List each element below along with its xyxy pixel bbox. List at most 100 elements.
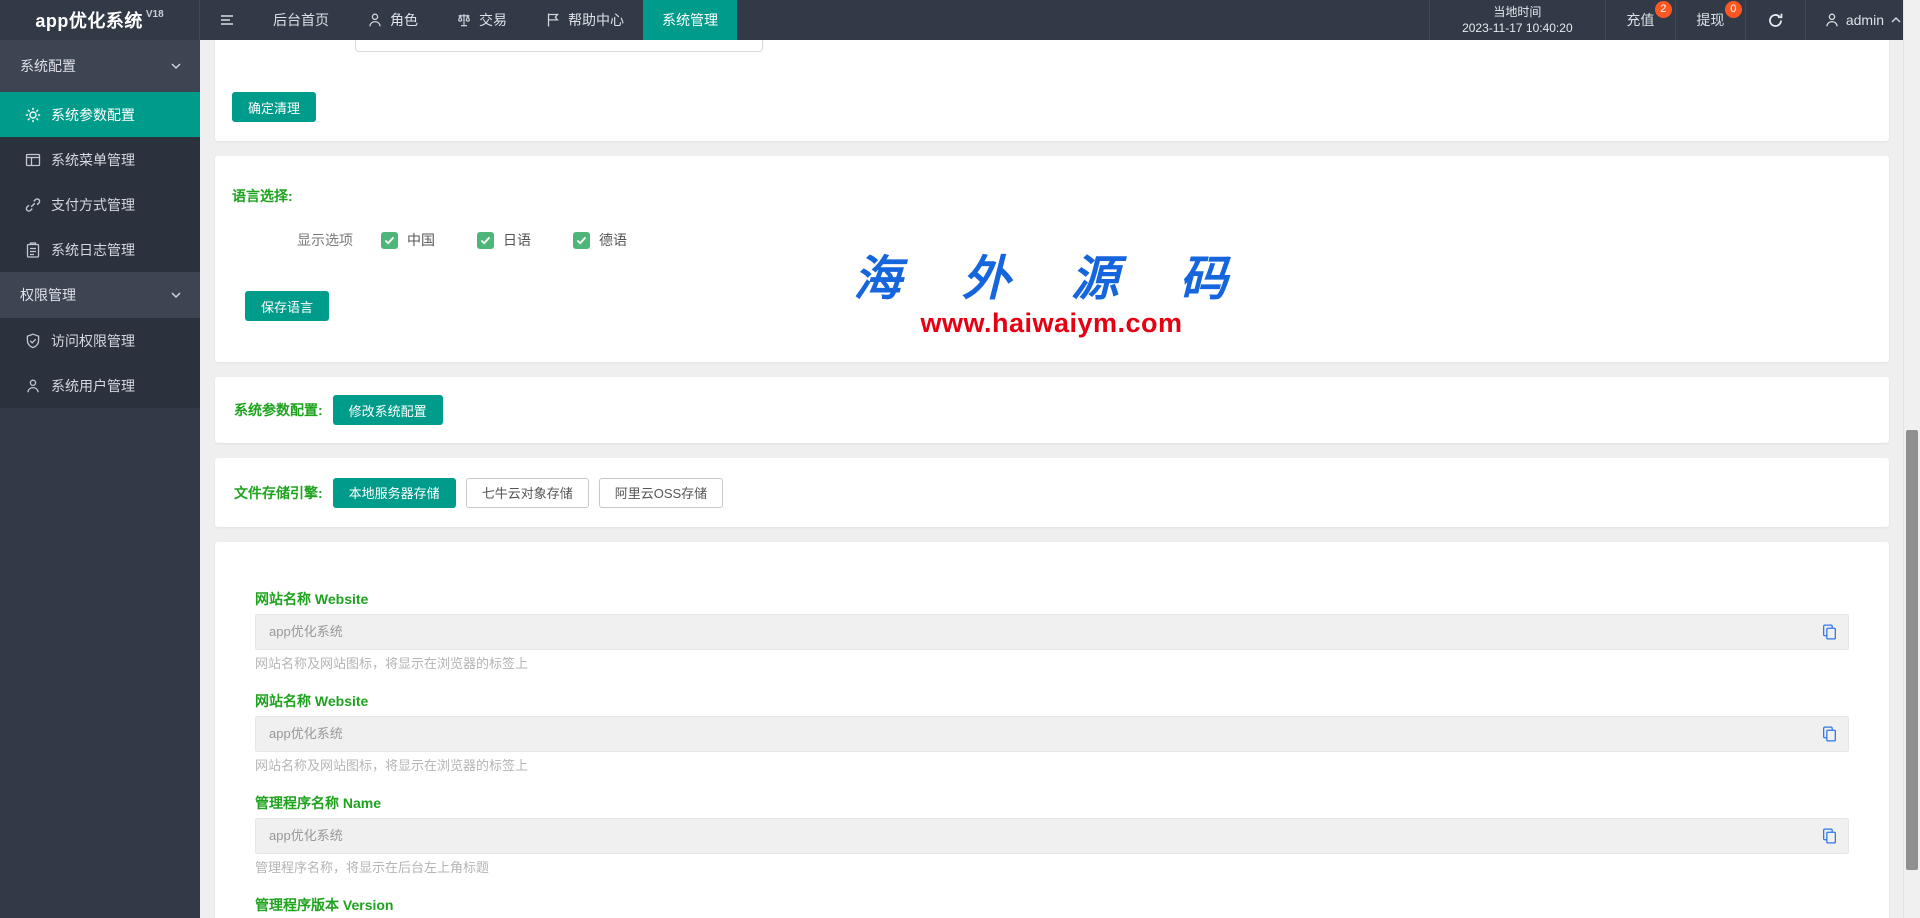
- form-field-website-name-2: 网站名称 Website app优化系统 网站名称及网站图标，将显示在浏览器的标…: [255, 694, 1849, 772]
- clipboard-icon: [25, 242, 41, 258]
- language-option-japanese[interactable]: 日语: [477, 230, 531, 250]
- nav-item-label: 角色: [390, 10, 418, 30]
- username-label: admin: [1846, 12, 1884, 28]
- nav-item-help-center[interactable]: 帮助中心: [526, 0, 643, 40]
- checkbox-checked-icon[interactable]: [381, 232, 398, 249]
- nav-item-roles[interactable]: 角色: [348, 0, 437, 40]
- withdraw-badge: 0: [1725, 1, 1742, 18]
- website-name-input-1[interactable]: app优化系统: [255, 614, 1849, 650]
- withdraw-button[interactable]: 提现 0: [1675, 0, 1745, 40]
- recharge-button[interactable]: 充值 2: [1605, 0, 1675, 40]
- scrollbar-thumb[interactable]: [1906, 430, 1918, 870]
- field-hint: 网站名称及网站图标，将显示在浏览器的标签上: [255, 657, 1849, 670]
- sidebar-item-payment-methods[interactable]: 支付方式管理: [0, 182, 200, 227]
- modify-system-config-button[interactable]: 修改系统配置: [333, 395, 443, 425]
- form-field-admin-name: 管理程序名称 Name app优化系统 管理程序名称，将显示在后台左上角标题: [255, 796, 1849, 874]
- window-icon: [25, 152, 41, 168]
- sidebar-submenu-permissions: 访问权限管理 系统用户管理: [0, 318, 200, 408]
- sidebar: 系统配置 系统参数配置 系统菜单管理 支付方式管理: [0, 40, 200, 918]
- language-option-china[interactable]: 中国: [381, 230, 435, 250]
- form-field-admin-version: 管理程序版本 Version: [255, 898, 1849, 918]
- sidebar-group-system-config[interactable]: 系统配置: [0, 40, 200, 92]
- sidebar-group-label: 权限管理: [20, 285, 76, 305]
- copy-icon[interactable]: [1821, 624, 1838, 641]
- user-icon: [25, 378, 41, 394]
- display-options-label: 显示选项: [297, 230, 353, 250]
- chevron-down-icon: [170, 289, 182, 301]
- sidebar-item-label: 系统参数配置: [51, 105, 135, 125]
- app-logo[interactable]: app优化系统 V18: [0, 0, 200, 40]
- website-name-input-2[interactable]: app优化系统: [255, 716, 1849, 752]
- field-hint: 管理程序名称，将显示在后台左上角标题: [255, 861, 1849, 874]
- checkbox-label: 日语: [503, 230, 531, 250]
- checkbox-checked-icon[interactable]: [573, 232, 590, 249]
- nav-item-label: 系统管理: [662, 10, 718, 30]
- sidebar-item-label: 支付方式管理: [51, 195, 135, 215]
- sidebar-item-label: 系统菜单管理: [51, 150, 135, 170]
- refresh-icon: [1767, 12, 1784, 29]
- system-config-card: 系统参数配置: 修改系统配置: [215, 377, 1889, 443]
- nav-item-trade[interactable]: 交易: [437, 0, 526, 40]
- top-navbar: app优化系统 V18 后台首页 角色 交易 帮助中心 系统管理 当地时间 20…: [0, 0, 1920, 40]
- sidebar-item-system-menu[interactable]: 系统菜单管理: [0, 137, 200, 182]
- confirm-cleanup-button[interactable]: 确定清理: [232, 92, 316, 122]
- sidebar-group-permissions[interactable]: 权限管理: [0, 272, 200, 318]
- language-option-german[interactable]: 德语: [573, 230, 627, 250]
- field-label: 网站名称 Website: [255, 592, 1849, 606]
- input-value: app优化系统: [269, 819, 343, 853]
- sidebar-item-system-users[interactable]: 系统用户管理: [0, 363, 200, 408]
- sidebar-item-access-permissions[interactable]: 访问权限管理: [0, 318, 200, 363]
- sidebar-toggle-button[interactable]: [200, 0, 254, 40]
- copy-icon[interactable]: [1821, 726, 1838, 743]
- flag-icon: [545, 12, 561, 28]
- sidebar-item-system-params[interactable]: 系统参数配置: [0, 92, 200, 137]
- copy-icon[interactable]: [1821, 828, 1838, 845]
- refresh-button[interactable]: [1745, 0, 1805, 40]
- shield-check-icon: [25, 333, 41, 349]
- system-config-label: 系统参数配置:: [234, 400, 323, 420]
- gear-icon: [25, 107, 41, 123]
- nav-item-label: 帮助中心: [568, 10, 624, 30]
- admin-name-input[interactable]: app优化系统: [255, 818, 1849, 854]
- checkbox-label: 德语: [599, 230, 627, 250]
- storage-engine-card: 文件存储引擎: 本地服务器存储 七牛云对象存储 阿里云OSS存储: [215, 458, 1889, 527]
- field-label: 网站名称 Website: [255, 694, 1849, 708]
- local-time-value: 2023-11-17 10:40:20: [1462, 20, 1573, 36]
- app-version: V18: [146, 9, 164, 20]
- checkbox-checked-icon[interactable]: [477, 232, 494, 249]
- app-title: app优化系统: [35, 7, 143, 33]
- input-value: app优化系统: [269, 615, 343, 649]
- nav-item-label: 后台首页: [273, 10, 329, 30]
- sidebar-item-system-logs[interactable]: 系统日志管理: [0, 227, 200, 272]
- sidebar-item-label: 系统日志管理: [51, 240, 135, 260]
- input-value: app优化系统: [269, 717, 343, 751]
- storage-option-local-button[interactable]: 本地服务器存储: [333, 478, 456, 508]
- language-options-row: 显示选项 中国 日语 德语: [297, 230, 1872, 250]
- cleanup-input[interactable]: [355, 40, 763, 52]
- site-settings-form-card: 网站名称 Website app优化系统 网站名称及网站图标，将显示在浏览器的标…: [215, 542, 1889, 918]
- sidebar-item-label: 系统用户管理: [51, 376, 135, 396]
- withdraw-label: 提现: [1696, 10, 1724, 30]
- save-language-button[interactable]: 保存语言: [245, 291, 329, 321]
- field-label: 管理程序名称 Name: [255, 796, 1849, 810]
- chevron-down-icon: [170, 60, 182, 72]
- storage-option-qiniu-button[interactable]: 七牛云对象存储: [466, 478, 589, 508]
- language-card: 语言选择: 显示选项 中国 日语 德语 保存语言: [215, 156, 1889, 362]
- recharge-label: 充值: [1626, 10, 1654, 30]
- language-section-title: 语言选择:: [232, 186, 1872, 206]
- recharge-badge: 2: [1655, 1, 1672, 18]
- local-time-block: 当地时间 2023-11-17 10:40:20: [1429, 0, 1605, 40]
- navbar-right-tools: 当地时间 2023-11-17 10:40:20 充值 2 提现 0 admin: [1429, 0, 1920, 40]
- storage-engine-label: 文件存储引擎:: [234, 483, 323, 503]
- form-field-website-name-1: 网站名称 Website app优化系统 网站名称及网站图标，将显示在浏览器的标…: [255, 592, 1849, 670]
- hamburger-icon: [219, 12, 235, 28]
- vertical-scrollbar[interactable]: [1903, 0, 1920, 918]
- nav-item-home[interactable]: 后台首页: [254, 0, 348, 40]
- sidebar-item-label: 访问权限管理: [51, 331, 135, 351]
- checkbox-label: 中国: [407, 230, 435, 250]
- sidebar-submenu-system-config: 系统参数配置 系统菜单管理 支付方式管理 系统日志管理: [0, 92, 200, 272]
- field-label: 管理程序版本 Version: [255, 898, 1849, 912]
- nav-item-system-management[interactable]: 系统管理: [643, 0, 737, 40]
- storage-option-aliyun-oss-button[interactable]: 阿里云OSS存储: [599, 478, 723, 508]
- scales-icon: [456, 12, 472, 28]
